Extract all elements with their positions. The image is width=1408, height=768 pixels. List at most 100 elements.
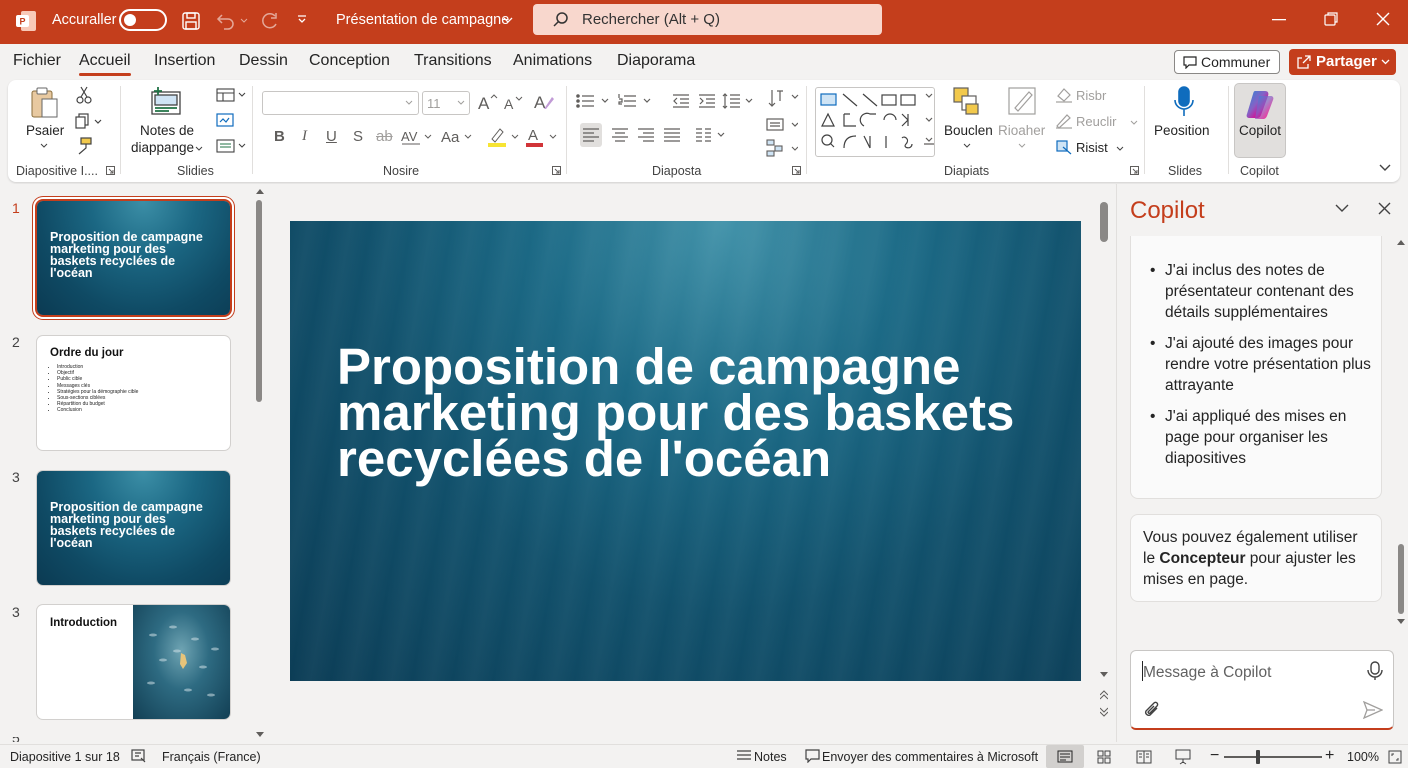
scroll-thumb[interactable]: [256, 200, 262, 402]
paste-label[interactable]: Psaier: [26, 123, 64, 138]
strikethrough-icon[interactable]: S: [353, 128, 363, 145]
align-right-icon[interactable]: [638, 128, 654, 142]
search-box[interactable]: Rechercher (Alt + Q): [533, 4, 882, 35]
quick-styles-dropdown-icon[interactable]: [1018, 143, 1026, 149]
scroll-thumb[interactable]: [1398, 544, 1404, 614]
undo-icon[interactable]: [214, 11, 236, 31]
shape-effects-icon[interactable]: [1055, 139, 1073, 155]
highlight-icon[interactable]: [488, 126, 520, 148]
feedback-link[interactable]: Envoyer des commentaires à Microsoft: [822, 750, 1038, 764]
notes-label-1[interactable]: Notes de: [140, 123, 194, 138]
undo-dropdown-icon[interactable]: [240, 18, 248, 24]
comment-button[interactable]: Communer: [1174, 50, 1280, 74]
title-dropdown-icon[interactable]: [503, 17, 513, 24]
slide-thumbnail-1[interactable]: Proposition de campagne marketing pour d…: [37, 201, 230, 315]
copilot-close-icon[interactable]: [1378, 202, 1391, 215]
zoom-slider-thumb[interactable]: [1256, 750, 1260, 764]
bullets-icon[interactable]: [576, 93, 610, 109]
send-icon[interactable]: [1363, 701, 1383, 719]
slide-scrollbar[interactable]: [1098, 200, 1110, 730]
paragraph-launcher-icon[interactable]: [792, 166, 801, 175]
scroll-down-icon[interactable]: [1100, 672, 1108, 678]
attach-icon[interactable]: [1143, 701, 1161, 719]
line-spacing-icon[interactable]: [722, 93, 754, 109]
increase-indent-icon[interactable]: [698, 93, 716, 109]
paste-dropdown-icon[interactable]: [40, 143, 48, 149]
tab-diaporama[interactable]: Diaporama: [617, 52, 695, 70]
zoom-level[interactable]: 100%: [1347, 750, 1379, 764]
collapse-ribbon-icon[interactable]: [1379, 164, 1391, 172]
save-icon[interactable]: [181, 11, 201, 31]
drawing-launcher-icon[interactable]: [1130, 166, 1139, 175]
shape-effects-label[interactable]: Risist: [1076, 140, 1108, 155]
quick-styles-label[interactable]: Rioaher: [998, 123, 1045, 138]
scroll-up-icon[interactable]: [1397, 239, 1405, 245]
font-color-icon[interactable]: A: [526, 126, 558, 148]
restore-icon[interactable]: [1324, 12, 1338, 26]
text-direction-icon[interactable]: [768, 88, 800, 108]
change-case-icon[interactable]: Aa: [441, 128, 473, 146]
arrange-label[interactable]: Bouclen: [944, 123, 993, 138]
italic-icon[interactable]: I: [302, 128, 307, 145]
shape-outline-icon[interactable]: [1055, 113, 1073, 129]
font-launcher-icon[interactable]: [552, 166, 561, 175]
scroll-down-icon[interactable]: [1397, 619, 1405, 625]
underline-icon[interactable]: U: [326, 128, 337, 145]
language-label[interactable]: Français (France): [162, 750, 261, 764]
numbering-icon[interactable]: [618, 93, 652, 109]
dictate-label[interactable]: Peosition: [1154, 123, 1210, 138]
accessibility-icon[interactable]: [131, 749, 147, 764]
designer-link[interactable]: Concepteur: [1159, 550, 1245, 567]
reading-view-icon[interactable]: [1136, 750, 1152, 764]
normal-view-icon[interactable]: [1046, 745, 1084, 768]
tab-dessin[interactable]: Dessin: [239, 52, 288, 70]
notes-dropdown-icon[interactable]: [195, 146, 203, 152]
feedback-icon[interactable]: [805, 749, 820, 763]
share-button[interactable]: Partager: [1289, 49, 1396, 75]
tab-transitions[interactable]: Transitions: [414, 52, 492, 70]
slideshow-icon[interactable]: [1175, 749, 1191, 765]
zoom-in-icon[interactable]: +: [1325, 747, 1334, 765]
increase-font-icon[interactable]: A: [478, 93, 498, 111]
tab-fichier[interactable]: Fichier: [13, 52, 61, 70]
arrange-icon[interactable]: [952, 86, 982, 116]
slide-thumbnail-2[interactable]: Ordre du jour Introduction Objectif Publ…: [37, 336, 230, 450]
fit-to-window-icon[interactable]: [1388, 750, 1402, 764]
notes-button[interactable]: Notes: [754, 750, 787, 764]
notes-label-2[interactable]: diappange: [131, 140, 194, 155]
tab-animations[interactable]: Animations: [513, 52, 592, 70]
notes-icon[interactable]: [150, 86, 182, 116]
reset-slide-icon[interactable]: [216, 112, 234, 128]
arrange-dropdown-icon[interactable]: [963, 143, 971, 149]
tab-accueil[interactable]: Accueil: [79, 52, 131, 76]
section-icon[interactable]: [216, 138, 246, 154]
tab-insertion[interactable]: Insertion: [154, 52, 215, 70]
columns-icon[interactable]: [696, 128, 728, 142]
slide-thumbnail-4[interactable]: Introduction: [37, 605, 230, 719]
shape-fill-label[interactable]: Risbr: [1076, 88, 1106, 103]
copy-icon[interactable]: [75, 113, 103, 129]
slide-title[interactable]: Proposition de campagne marketing pour d…: [337, 341, 1037, 484]
slide-sorter-icon[interactable]: [1097, 750, 1111, 764]
decrease-indent-icon[interactable]: [672, 93, 690, 109]
align-left-icon[interactable]: [580, 123, 602, 147]
current-slide[interactable]: Proposition de campagne marketing pour d…: [290, 221, 1081, 681]
slide-thumbnail-3[interactable]: Proposition de campagne marketing pour d…: [37, 471, 230, 585]
next-slide-icon[interactable]: [1100, 707, 1108, 717]
paste-icon[interactable]: [30, 87, 60, 119]
decrease-font-icon[interactable]: A: [504, 95, 524, 111]
share-dropdown-icon[interactable]: [1381, 59, 1390, 65]
layout-icon[interactable]: [216, 87, 246, 103]
copilot-minimize-icon[interactable]: [1335, 204, 1349, 213]
scroll-up-icon[interactable]: [256, 188, 264, 194]
character-spacing-icon[interactable]: AV: [401, 128, 433, 146]
smartart-icon[interactable]: [766, 139, 798, 157]
scroll-thumb[interactable]: [1100, 202, 1108, 242]
scroll-down-icon[interactable]: [256, 732, 264, 738]
autosave-toggle[interactable]: [119, 9, 167, 31]
tab-conception[interactable]: Conception: [309, 52, 390, 70]
zoom-slider[interactable]: [1224, 750, 1322, 764]
copilot-message-input[interactable]: Message à Copilot: [1130, 650, 1394, 730]
shape-outline-dropdown-icon[interactable]: [1130, 120, 1138, 126]
previous-slide-icon[interactable]: [1100, 690, 1108, 700]
